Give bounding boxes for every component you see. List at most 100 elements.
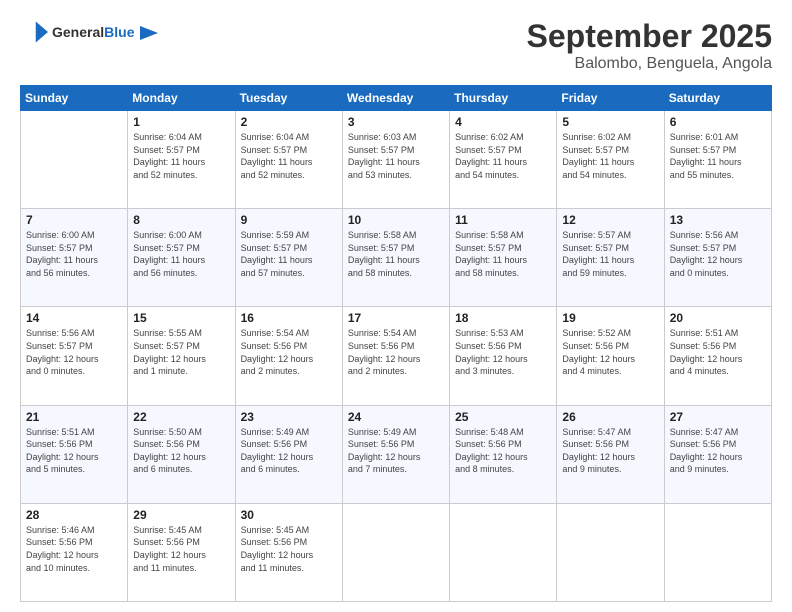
- calendar-cell: 13Sunrise: 5:56 AM Sunset: 5:57 PM Dayli…: [664, 209, 771, 307]
- day-number: 7: [26, 213, 122, 227]
- day-info: Sunrise: 5:45 AM Sunset: 5:56 PM Dayligh…: [133, 524, 229, 574]
- day-number: 4: [455, 115, 551, 129]
- day-info: Sunrise: 5:45 AM Sunset: 5:56 PM Dayligh…: [241, 524, 337, 574]
- day-info: Sunrise: 6:04 AM Sunset: 5:57 PM Dayligh…: [133, 131, 229, 181]
- day-info: Sunrise: 6:02 AM Sunset: 5:57 PM Dayligh…: [562, 131, 658, 181]
- calendar-cell: 22 Sunrise: 5:50 AM Sunset: 5:56 PM Dayli…: [128, 405, 235, 503]
- calendar-cell: [450, 503, 557, 601]
- day-number: 23: [241, 410, 337, 424]
- header-thursday: Thursday: [450, 86, 557, 111]
- header-saturday: Saturday: [664, 86, 771, 111]
- logo-blue: Blue: [104, 24, 134, 40]
- day-number: 26: [562, 410, 658, 424]
- calendar-cell: [557, 503, 664, 601]
- day-number: 22: [133, 410, 229, 424]
- day-info: Sunrise: 5:49 AM Sunset: 5:56 PM Dayligh…: [241, 426, 337, 476]
- day-info: Sunrise: 6:03 AM Sunset: 5:57 PM Dayligh…: [348, 131, 444, 181]
- calendar-header-row: Sunday Monday Tuesday Wednesday Thursday…: [21, 86, 772, 111]
- calendar-cell: 14 Sunrise: 5:56 AM Sunset: 5:57 PM Dayli…: [21, 307, 128, 405]
- calendar-cell: 30 Sunrise: 5:45 AM Sunset: 5:56 PM Dayli…: [235, 503, 342, 601]
- calendar-cell: [664, 503, 771, 601]
- header-wednesday: Wednesday: [342, 86, 449, 111]
- header-friday: Friday: [557, 86, 664, 111]
- day-number: 10: [348, 213, 444, 227]
- day-number: 11: [455, 213, 551, 227]
- day-info: Sunrise: 5:57 AM Sunset: 5:57 PM Dayligh…: [562, 229, 658, 279]
- day-info: Sunrise: 5:47 AM Sunset: 5:56 PM Dayligh…: [562, 426, 658, 476]
- day-number: 17: [348, 311, 444, 325]
- day-info: Sunrise: 5:49 AM Sunset: 5:56 PM Dayligh…: [348, 426, 444, 476]
- day-info: Sunrise: 5:56 AM Sunset: 5:57 PM Dayligh…: [670, 229, 766, 279]
- day-info: Sunrise: 5:53 AM Sunset: 5:56 PM Dayligh…: [455, 327, 551, 377]
- calendar-cell: 25 Sunrise: 5:48 AM Sunset: 5:56 PM Dayli…: [450, 405, 557, 503]
- calendar-cell: 19 Sunrise: 5:52 AM Sunset: 5:56 PM Dayli…: [557, 307, 664, 405]
- day-info: Sunrise: 5:58 AM Sunset: 5:57 PM Dayligh…: [348, 229, 444, 279]
- page: GeneralBlue September 2025 Balombo, Beng…: [0, 0, 792, 612]
- calendar-cell: 10 Sunrise: 5:58 AM Sunset: 5:57 PM Dayli…: [342, 209, 449, 307]
- day-number: 27: [670, 410, 766, 424]
- calendar-cell: 27 Sunrise: 5:47 AM Sunset: 5:56 PM Dayli…: [664, 405, 771, 503]
- calendar-cell: 21 Sunrise: 5:51 AM Sunset: 5:56 PM Dayli…: [21, 405, 128, 503]
- day-number: 30: [241, 508, 337, 522]
- day-number: 15: [133, 311, 229, 325]
- day-info: Sunrise: 5:56 AM Sunset: 5:57 PM Dayligh…: [26, 327, 122, 377]
- day-info: Sunrise: 5:46 AM Sunset: 5:56 PM Dayligh…: [26, 524, 122, 574]
- day-info: Sunrise: 5:50 AM Sunset: 5:56 PM Dayligh…: [133, 426, 229, 476]
- day-number: 1: [133, 115, 229, 129]
- day-number: 19: [562, 311, 658, 325]
- calendar-cell: 26 Sunrise: 5:47 AM Sunset: 5:56 PM Dayli…: [557, 405, 664, 503]
- calendar-cell: 8Sunrise: 6:00 AM Sunset: 5:57 PM Daylig…: [128, 209, 235, 307]
- day-info: Sunrise: 5:54 AM Sunset: 5:56 PM Dayligh…: [241, 327, 337, 377]
- day-number: 16: [241, 311, 337, 325]
- day-number: 6: [670, 115, 766, 129]
- calendar-cell: [342, 503, 449, 601]
- calendar-cell: 5 Sunrise: 6:02 AM Sunset: 5:57 PM Daylig…: [557, 111, 664, 209]
- day-info: Sunrise: 6:04 AM Sunset: 5:57 PM Dayligh…: [241, 131, 337, 181]
- calendar-cell: 28 Sunrise: 5:46 AM Sunset: 5:56 PM Dayli…: [21, 503, 128, 601]
- day-info: Sunrise: 5:47 AM Sunset: 5:56 PM Dayligh…: [670, 426, 766, 476]
- calendar-week-4: 21 Sunrise: 5:51 AM Sunset: 5:56 PM Dayli…: [21, 405, 772, 503]
- day-info: Sunrise: 5:55 AM Sunset: 5:57 PM Dayligh…: [133, 327, 229, 377]
- day-info: Sunrise: 5:51 AM Sunset: 5:56 PM Dayligh…: [26, 426, 122, 476]
- day-number: 21: [26, 410, 122, 424]
- header-tuesday: Tuesday: [235, 86, 342, 111]
- day-number: 28: [26, 508, 122, 522]
- day-info: Sunrise: 6:00 AM Sunset: 5:57 PM Dayligh…: [133, 229, 229, 279]
- logo-text: GeneralBlue: [52, 24, 158, 41]
- logo-general: General: [52, 24, 104, 40]
- day-info: Sunrise: 5:48 AM Sunset: 5:56 PM Dayligh…: [455, 426, 551, 476]
- day-info: Sunrise: 6:02 AM Sunset: 5:57 PM Dayligh…: [455, 131, 551, 181]
- day-number: 14: [26, 311, 122, 325]
- day-info: Sunrise: 5:58 AM Sunset: 5:57 PM Dayligh…: [455, 229, 551, 279]
- day-number: 12: [562, 213, 658, 227]
- calendar-cell: 11 Sunrise: 5:58 AM Sunset: 5:57 PM Dayli…: [450, 209, 557, 307]
- day-number: 18: [455, 311, 551, 325]
- calendar-subtitle: Balombo, Benguela, Angola: [527, 55, 772, 73]
- calendar-cell: 6Sunrise: 6:01 AM Sunset: 5:57 PM Daylig…: [664, 111, 771, 209]
- logo-arrow-icon: [140, 26, 158, 40]
- day-info: Sunrise: 5:59 AM Sunset: 5:57 PM Dayligh…: [241, 229, 337, 279]
- day-info: Sunrise: 6:00 AM Sunset: 5:57 PM Dayligh…: [26, 229, 122, 279]
- day-number: 25: [455, 410, 551, 424]
- logo: GeneralBlue: [20, 18, 158, 46]
- calendar-cell: 17 Sunrise: 5:54 AM Sunset: 5:56 PM Dayli…: [342, 307, 449, 405]
- calendar-cell: 4 Sunrise: 6:02 AM Sunset: 5:57 PM Daylig…: [450, 111, 557, 209]
- day-info: Sunrise: 5:52 AM Sunset: 5:56 PM Dayligh…: [562, 327, 658, 377]
- day-number: 5: [562, 115, 658, 129]
- calendar-week-3: 14 Sunrise: 5:56 AM Sunset: 5:57 PM Dayli…: [21, 307, 772, 405]
- calendar-cell: 2Sunrise: 6:04 AM Sunset: 5:57 PM Daylig…: [235, 111, 342, 209]
- calendar-cell: 3 Sunrise: 6:03 AM Sunset: 5:57 PM Daylig…: [342, 111, 449, 209]
- day-number: 20: [670, 311, 766, 325]
- header-sunday: Sunday: [21, 86, 128, 111]
- calendar-week-1: 1 Sunrise: 6:04 AM Sunset: 5:57 PM Daylig…: [21, 111, 772, 209]
- calendar-cell: 20 Sunrise: 5:51 AM Sunset: 5:56 PM Dayli…: [664, 307, 771, 405]
- day-info: Sunrise: 5:51 AM Sunset: 5:56 PM Dayligh…: [670, 327, 766, 377]
- day-number: 3: [348, 115, 444, 129]
- calendar-title: September 2025: [527, 18, 772, 55]
- calendar-cell: [21, 111, 128, 209]
- title-block: September 2025 Balombo, Benguela, Angola: [527, 18, 772, 73]
- calendar-week-5: 28 Sunrise: 5:46 AM Sunset: 5:56 PM Dayli…: [21, 503, 772, 601]
- day-info: Sunrise: 5:54 AM Sunset: 5:56 PM Dayligh…: [348, 327, 444, 377]
- calendar-week-2: 7 Sunrise: 6:00 AM Sunset: 5:57 PM Daylig…: [21, 209, 772, 307]
- calendar-cell: 29Sunrise: 5:45 AM Sunset: 5:56 PM Dayli…: [128, 503, 235, 601]
